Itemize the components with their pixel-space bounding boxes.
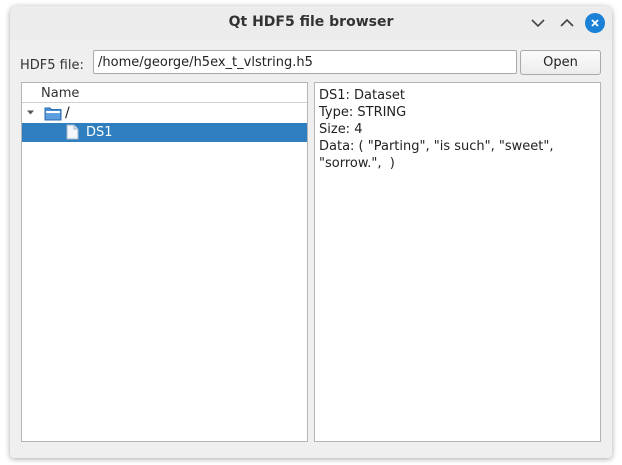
tree-item-root[interactable]: / (22, 104, 307, 123)
close-button-circle (585, 13, 605, 33)
folder-icon (44, 107, 62, 121)
tree-view[interactable]: Name / DS1 (21, 82, 308, 442)
maximize-button[interactable] (557, 13, 577, 33)
dataset-info-panel: DS1: Dataset Type: STRING Size: 4 Data: … (314, 82, 601, 442)
info-line-name: DS1: Dataset (319, 88, 405, 103)
title-bar[interactable]: Qt HDF5 file browser (10, 6, 612, 40)
hdf5-file-label: HDF5 file: (20, 58, 84, 73)
open-button[interactable]: Open (520, 50, 601, 75)
close-icon (591, 19, 599, 27)
file-path-input[interactable] (93, 50, 517, 74)
tree-item-label: DS1 (86, 125, 113, 140)
tree-item-label: / (65, 105, 70, 121)
chevron-down-icon (531, 19, 545, 28)
window-title: Qt HDF5 file browser (228, 14, 394, 30)
info-line-size: Size: 4 (319, 122, 363, 137)
app-window: Qt HDF5 file browser HDF5 file: Open Nam… (10, 6, 612, 458)
info-line-data-cont: "sorrow.", ) (319, 156, 395, 171)
chevron-up-icon (560, 18, 574, 27)
file-icon (66, 124, 79, 140)
column-header-name: Name (41, 86, 80, 101)
tree-item-ds1[interactable]: DS1 (22, 123, 307, 142)
info-line-type: Type: STRING (319, 105, 407, 120)
expand-arrow-icon[interactable] (26, 108, 35, 117)
close-button[interactable] (585, 13, 605, 33)
minimize-button[interactable] (528, 13, 548, 33)
info-line-data: Data: ( "Parting", "is such", "sweet", (319, 139, 554, 154)
tree-header[interactable]: Name (22, 83, 307, 103)
